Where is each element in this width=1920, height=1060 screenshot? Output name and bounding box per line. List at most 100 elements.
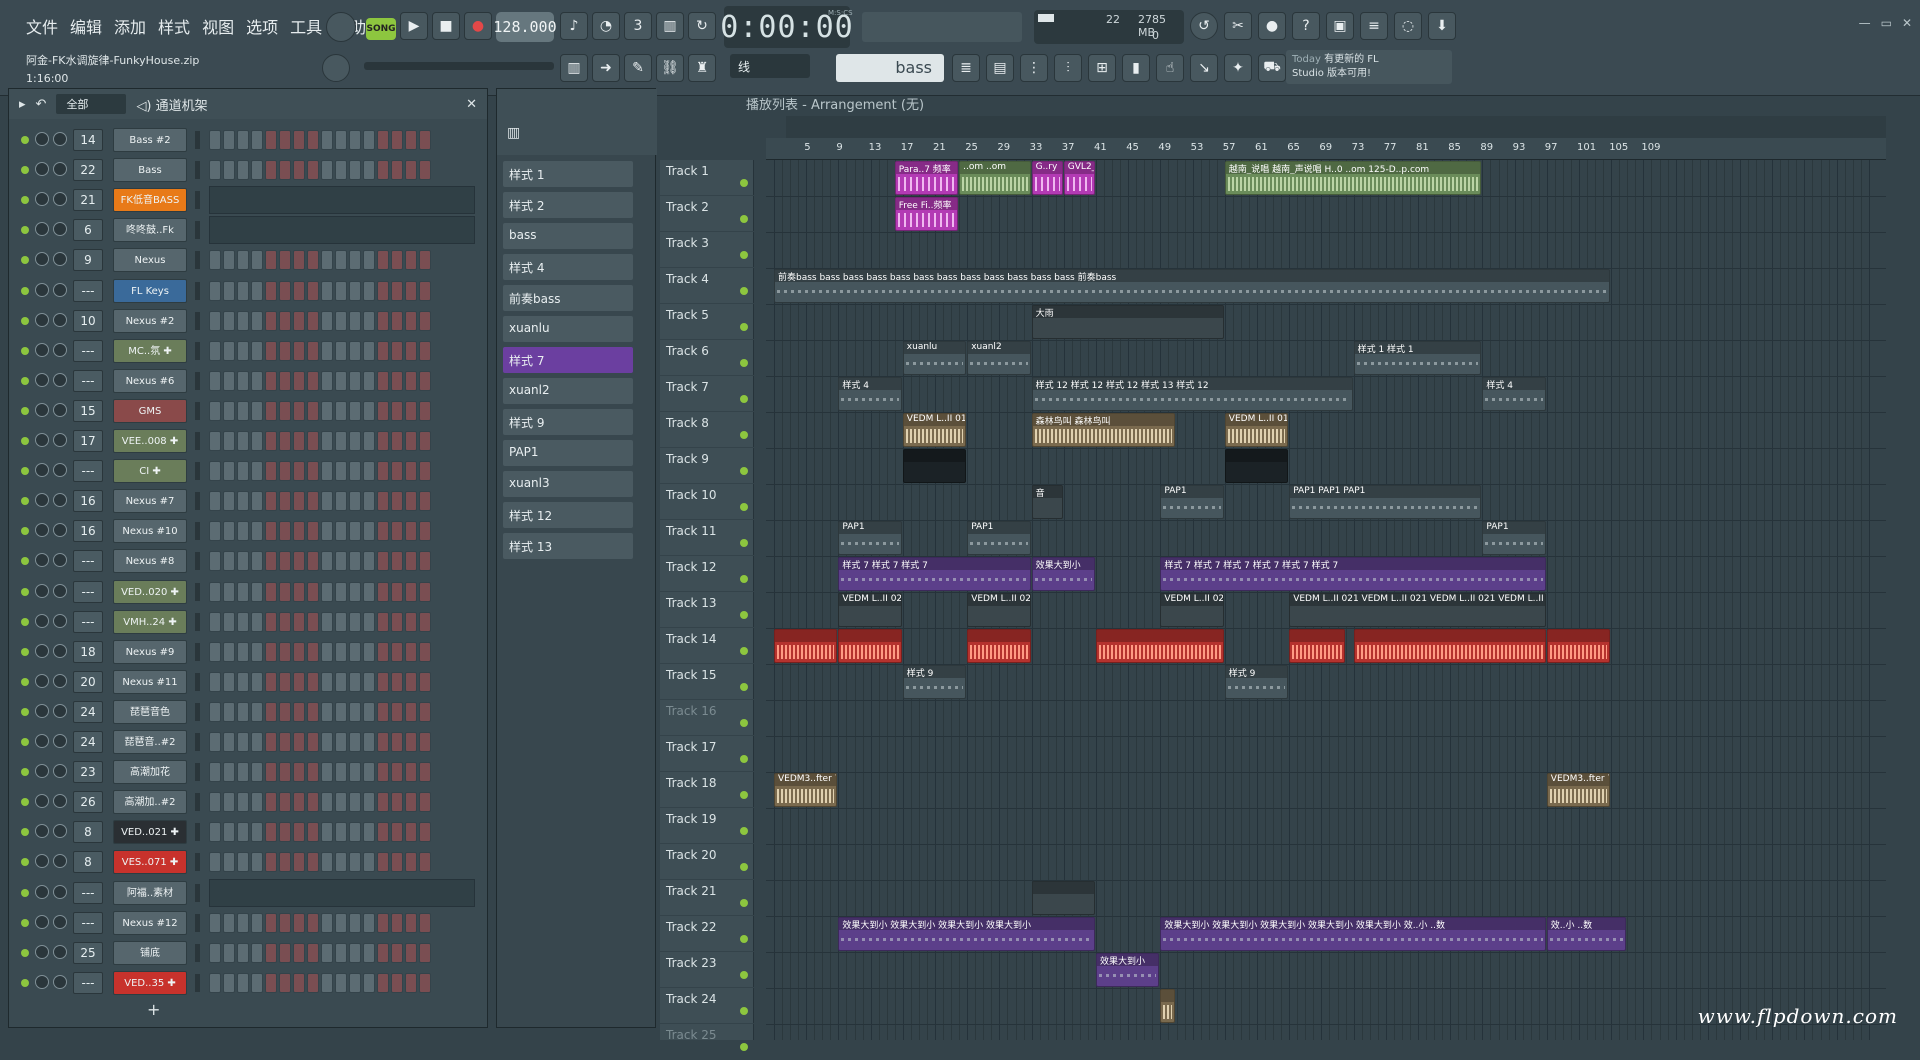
step-button[interactable] (349, 822, 361, 842)
step-button[interactable] (335, 913, 347, 933)
channel-row[interactable]: ---MC..氛 ✚ (9, 336, 487, 366)
track-header[interactable]: Track 8 (660, 412, 754, 448)
track-header[interactable]: Track 22 (660, 916, 754, 952)
channel-volume-knob[interactable] (53, 493, 67, 507)
step-button[interactable] (391, 943, 403, 963)
step-button[interactable] (321, 311, 333, 331)
step-button[interactable] (293, 250, 305, 270)
step-button[interactable] (293, 431, 305, 451)
step-button[interactable] (349, 281, 361, 301)
channel-select-led[interactable] (195, 974, 200, 992)
step-button[interactable] (377, 913, 389, 933)
channel-row[interactable]: 25铺底 (9, 938, 487, 968)
step-button[interactable] (335, 762, 347, 782)
channel-mute-led[interactable] (21, 919, 29, 927)
channel-name-button[interactable]: Nexus #7 (113, 489, 187, 513)
rack-undo-icon[interactable]: ↶ (36, 97, 47, 112)
step-button[interactable] (321, 130, 333, 150)
step-button[interactable] (391, 311, 403, 331)
channel-select-led[interactable] (195, 583, 200, 601)
playlist-clip[interactable]: VEDM3..fter 7 (774, 773, 837, 807)
step-button[interactable] (391, 371, 403, 391)
step-button[interactable] (307, 732, 319, 752)
step-button[interactable] (237, 250, 249, 270)
step-button[interactable] (335, 702, 347, 722)
loop-record-button[interactable]: ↻ (688, 12, 716, 40)
track-header[interactable]: Track 23 (660, 952, 754, 988)
channel-mixer-track[interactable]: 24 (73, 731, 103, 753)
step-button[interactable] (279, 491, 291, 511)
step-button[interactable] (237, 431, 249, 451)
stamp-tool-button[interactable]: ♜ (688, 54, 716, 82)
master-volume-knob[interactable] (326, 12, 356, 42)
channel-row[interactable]: 14Bass #2 (9, 125, 487, 155)
channel-mute-led[interactable] (21, 166, 29, 174)
step-button[interactable] (363, 582, 375, 602)
step-button[interactable] (349, 612, 361, 632)
step-button[interactable] (363, 642, 375, 662)
step-button[interactable] (223, 762, 235, 782)
channel-select-led[interactable] (195, 402, 200, 420)
playlist-clip[interactable] (1032, 881, 1095, 915)
menu-edit[interactable]: 编辑 (70, 14, 102, 38)
channel-pan-knob[interactable] (35, 373, 49, 387)
channel-volume-knob[interactable] (53, 463, 67, 477)
step-button[interactable] (293, 702, 305, 722)
step-button[interactable] (321, 281, 333, 301)
step-button[interactable] (265, 371, 277, 391)
step-button[interactable] (265, 612, 277, 632)
step-button[interactable] (377, 822, 389, 842)
channel-mixer-track[interactable]: --- (73, 460, 103, 482)
step-button[interactable] (265, 792, 277, 812)
step-button[interactable] (223, 792, 235, 812)
step-button[interactable] (363, 491, 375, 511)
step-button[interactable] (405, 160, 417, 180)
step-button[interactable] (391, 250, 403, 270)
channel-mute-led[interactable] (21, 256, 29, 264)
step-button[interactable] (293, 491, 305, 511)
channel-pan-knob[interactable] (35, 915, 49, 929)
channel-name-button[interactable]: Nexus #9 (113, 640, 187, 664)
step-button[interactable] (251, 642, 263, 662)
step-button[interactable] (391, 491, 403, 511)
track-mute-led[interactable] (740, 395, 748, 403)
step-button[interactable] (349, 461, 361, 481)
channel-row[interactable]: 9Nexus (9, 245, 487, 275)
step-button[interactable] (377, 702, 389, 722)
save-button[interactable]: ▣ (1326, 12, 1354, 40)
channel-row[interactable]: 24琵琶音..#2 (9, 727, 487, 757)
track-mute-led[interactable] (740, 539, 748, 547)
playlist-clip[interactable] (1354, 629, 1546, 663)
channel-row[interactable]: 21FK低音BASS (9, 185, 487, 215)
channel-row[interactable]: 18 Nexus #9 (9, 637, 487, 667)
step-button[interactable] (349, 311, 361, 331)
step-button[interactable] (237, 822, 249, 842)
channel-mute-led[interactable] (21, 588, 29, 596)
step-button[interactable] (405, 521, 417, 541)
channel-mixer-track[interactable]: 18 (73, 641, 103, 663)
step-button[interactable] (265, 431, 277, 451)
step-button[interactable] (391, 732, 403, 752)
channel-mixer-track[interactable]: --- (73, 370, 103, 392)
channel-select-led[interactable] (195, 251, 200, 269)
step-button[interactable] (293, 792, 305, 812)
playlist-clip[interactable]: PAP1 (1482, 521, 1545, 555)
step-button[interactable] (377, 582, 389, 602)
step-button[interactable] (419, 551, 431, 571)
step-button[interactable] (265, 642, 277, 662)
playlist-clip[interactable]: PAP1 (967, 521, 1030, 555)
step-button[interactable] (251, 943, 263, 963)
track-header[interactable]: Track 20 (660, 844, 754, 880)
step-button[interactable] (349, 672, 361, 692)
track-header[interactable]: Track 4 (660, 268, 754, 304)
channel-select-led[interactable] (195, 793, 200, 811)
step-button[interactable] (335, 551, 347, 571)
channel-mixer-track[interactable]: 8 (73, 851, 103, 873)
step-button[interactable] (405, 491, 417, 511)
step-button[interactable] (279, 852, 291, 872)
step-button[interactable] (307, 582, 319, 602)
step-button[interactable] (279, 401, 291, 421)
step-button[interactable] (209, 521, 221, 541)
channel-name-button[interactable]: CI ✚ (113, 459, 187, 483)
step-button[interactable] (279, 943, 291, 963)
